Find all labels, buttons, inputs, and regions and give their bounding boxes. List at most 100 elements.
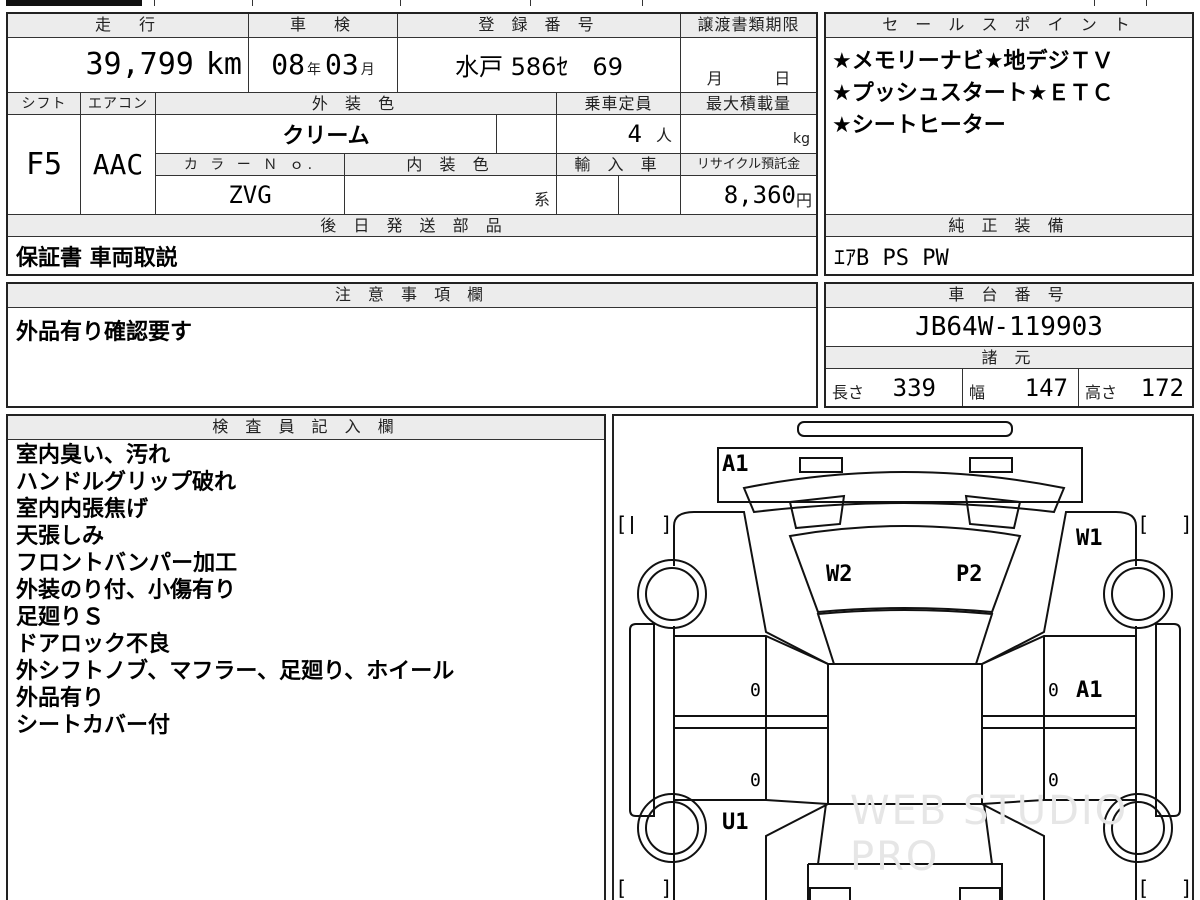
inspector-panel: 検 査 員 記 入 欄 室内臭い、汚れ ハンドルグリップ破れ 室内内張焦げ 天張… bbox=[6, 414, 606, 900]
inspection-year-unit: 年 bbox=[307, 62, 321, 78]
capacity-header: 乗車定員 bbox=[557, 93, 680, 115]
inspector-note: ハンドルグリップ破れ bbox=[16, 470, 237, 495]
later-parts-header: 後 日 発 送 部 品 bbox=[8, 215, 816, 237]
specs-header: 諸 元 bbox=[826, 347, 1192, 369]
mileage-value: 39,799 bbox=[85, 46, 194, 82]
inspector-note: 外シフトノブ、マフラー、足廻り、ホイール bbox=[16, 659, 455, 684]
aircon-header: エアコン bbox=[81, 93, 155, 115]
chassis-value: JB64W-119903 bbox=[915, 312, 1103, 342]
capacity-unit: 人 bbox=[655, 126, 672, 145]
color-no-value: ZVG bbox=[228, 181, 272, 209]
exterior-color-value-cell: クリーム bbox=[156, 115, 496, 153]
aircon-value-cell: AAC bbox=[81, 115, 155, 214]
inspector-notes-list: 室内臭い、汚れ ハンドルグリップ破れ 室内内張焦げ 天張しみ フロントバンパー加… bbox=[16, 442, 454, 739]
sales-point-line: ★プッシュスタート★ＥＴＣ bbox=[832, 81, 1114, 106]
chassis-value-cell: JB64W-119903 bbox=[826, 309, 1192, 345]
vehicle-info-grid: 走 行 車 検 登 録 番 号 譲渡書類期限 39,799 km 08 年 03… bbox=[6, 12, 818, 276]
spec-height-cell: 高さ 172 bbox=[1079, 370, 1192, 406]
inspector-header: 検 査 員 記 入 欄 bbox=[8, 416, 604, 440]
spec-length-label: 長さ bbox=[832, 383, 865, 402]
color-no-value-cell: ZVG bbox=[156, 176, 344, 214]
bracket-right-top-open: [ bbox=[1140, 512, 1148, 536]
max-load-value-cell: kg bbox=[681, 115, 816, 153]
bracket-left-bottom-open: [ bbox=[618, 876, 626, 900]
mileage-header: 走 行 bbox=[8, 14, 248, 38]
spec-length-cell: 長さ 339 bbox=[826, 370, 962, 406]
inspector-note: シートカバー付 bbox=[16, 713, 171, 738]
bracket-left-top-close: ] bbox=[662, 512, 670, 536]
max-load-header: 最大積載量 bbox=[681, 93, 816, 115]
inspector-note: ドアロック不良 bbox=[16, 632, 171, 657]
inspection-year: 08 bbox=[271, 47, 305, 81]
bracket-right-bottom-open: [ bbox=[1140, 876, 1148, 900]
aircon-value: AAC bbox=[92, 148, 144, 181]
inspection-month-unit: 月 bbox=[360, 62, 375, 78]
recycle-value: 8,360 bbox=[723, 181, 796, 209]
sales-point-panel: セ ー ル ス ポ イ ン ト ★メモリーナビ★地デジＴＶ ★プッシュスタート★… bbox=[824, 12, 1194, 276]
inspector-note: 外装のり付、小傷有り bbox=[16, 578, 237, 603]
mark-left-door-rear: 0 bbox=[750, 770, 761, 791]
interior-color-header: 内 装 色 bbox=[345, 154, 556, 176]
recycle-unit: 円 bbox=[795, 191, 812, 210]
sales-point-header: セ ー ル ス ポ イ ン ト bbox=[826, 14, 1192, 38]
inspection-header: 車 検 bbox=[249, 14, 397, 38]
sales-point-line: ★シートヒーター bbox=[832, 113, 1006, 138]
transfer-month-unit: 月 bbox=[706, 69, 723, 88]
bracket-left-bottom-close: ] bbox=[662, 876, 670, 900]
mark-left-rear: U1 bbox=[722, 810, 749, 835]
inspector-note: 室内内張焦げ bbox=[16, 497, 149, 522]
color-no-header: カ ラ ー Ｎ ｏ. bbox=[156, 154, 344, 176]
sales-point-list: ★メモリーナビ★地デジＴＶ ★プッシュスタート★ＥＴＣ ★シートヒーター bbox=[832, 46, 1113, 142]
bracket-right-bottom-close: ] bbox=[1182, 876, 1190, 900]
transfer-header: 譲渡書類期限 bbox=[681, 14, 816, 38]
later-parts-value: 保証書 車両取説 bbox=[16, 246, 178, 271]
mark-left-door-front: 0 bbox=[750, 680, 761, 701]
chassis-header: 車 台 番 号 bbox=[826, 284, 1192, 308]
notes-value: 外品有り確認要す bbox=[16, 320, 193, 345]
inspector-note: 室内臭い、汚れ bbox=[16, 443, 171, 468]
registration-header: 登 録 番 号 bbox=[398, 14, 680, 38]
car-damage-diagram: WEB STUDIO PRO [ ] [ ] [ ] [ ] A1 W1 W2 … bbox=[612, 414, 1194, 900]
mark-right-door-front: 0 bbox=[1048, 680, 1059, 701]
spec-length-value: 339 bbox=[892, 374, 936, 402]
registration-value: 水戸 586ｾ 69 bbox=[455, 52, 623, 81]
mark-front-bumper: A1 bbox=[722, 452, 749, 477]
notes-header: 注 意 事 項 欄 bbox=[8, 284, 816, 308]
shift-value: F5 bbox=[25, 147, 63, 182]
inspector-note: フロントバンパー加工 bbox=[16, 551, 238, 576]
inspector-note: 天張しみ bbox=[16, 524, 105, 549]
mark-windshield-right: P2 bbox=[956, 562, 983, 587]
import-header: 輸 入 車 bbox=[557, 154, 680, 176]
transfer-value-cell: 月 日 bbox=[681, 64, 816, 90]
recycle-value-cell: 8,360 円 bbox=[681, 176, 816, 214]
genuine-equipment-value-cell: ｴｱB PS PW bbox=[834, 238, 949, 274]
recycle-header: リサイクル預託金 bbox=[681, 154, 816, 176]
inspection-month: 03 bbox=[325, 47, 359, 81]
mileage-unit: km bbox=[205, 46, 242, 82]
genuine-equipment-header: 純 正 装 備 bbox=[826, 215, 1192, 237]
shift-value-cell: F5 bbox=[8, 115, 80, 214]
watermark: WEB STUDIO PRO bbox=[850, 788, 1129, 880]
registration-value-cell: 水戸 586ｾ 69 bbox=[398, 38, 680, 90]
exterior-color-header: 外 装 色 bbox=[156, 93, 556, 115]
capacity-value-cell: 4 人 bbox=[557, 115, 680, 153]
interior-color-value-cell: 系 bbox=[345, 176, 556, 214]
inspection-value-cell: 08 年 03 月 bbox=[249, 38, 397, 90]
mark-right-door-rear: 0 bbox=[1048, 770, 1059, 791]
spec-width-value: 147 bbox=[1024, 374, 1068, 402]
later-parts-value-cell: 保証書 車両取説 bbox=[16, 238, 178, 274]
mileage-value-cell: 39,799 km bbox=[8, 38, 248, 90]
spec-width-label: 幅 bbox=[969, 383, 986, 402]
spec-height-value: 172 bbox=[1140, 374, 1184, 402]
bracket-left-top-open: [ bbox=[618, 512, 626, 536]
sales-point-line: ★メモリーナビ★地デジＴＶ bbox=[832, 49, 1114, 74]
spec-width-cell: 幅 147 bbox=[963, 370, 1078, 406]
spec-height-label: 高さ bbox=[1085, 383, 1118, 402]
notes-panel: 注 意 事 項 欄 外品有り確認要す bbox=[6, 282, 818, 408]
inspector-note: 外品有り bbox=[16, 686, 105, 711]
capacity-value: 4 bbox=[627, 120, 642, 148]
genuine-equipment-value: ｴｱB PS PW bbox=[834, 246, 949, 271]
mark-right-front-fender: W1 bbox=[1076, 526, 1103, 551]
shift-header: シフト bbox=[8, 93, 80, 115]
exterior-color-value: クリーム bbox=[282, 124, 370, 149]
